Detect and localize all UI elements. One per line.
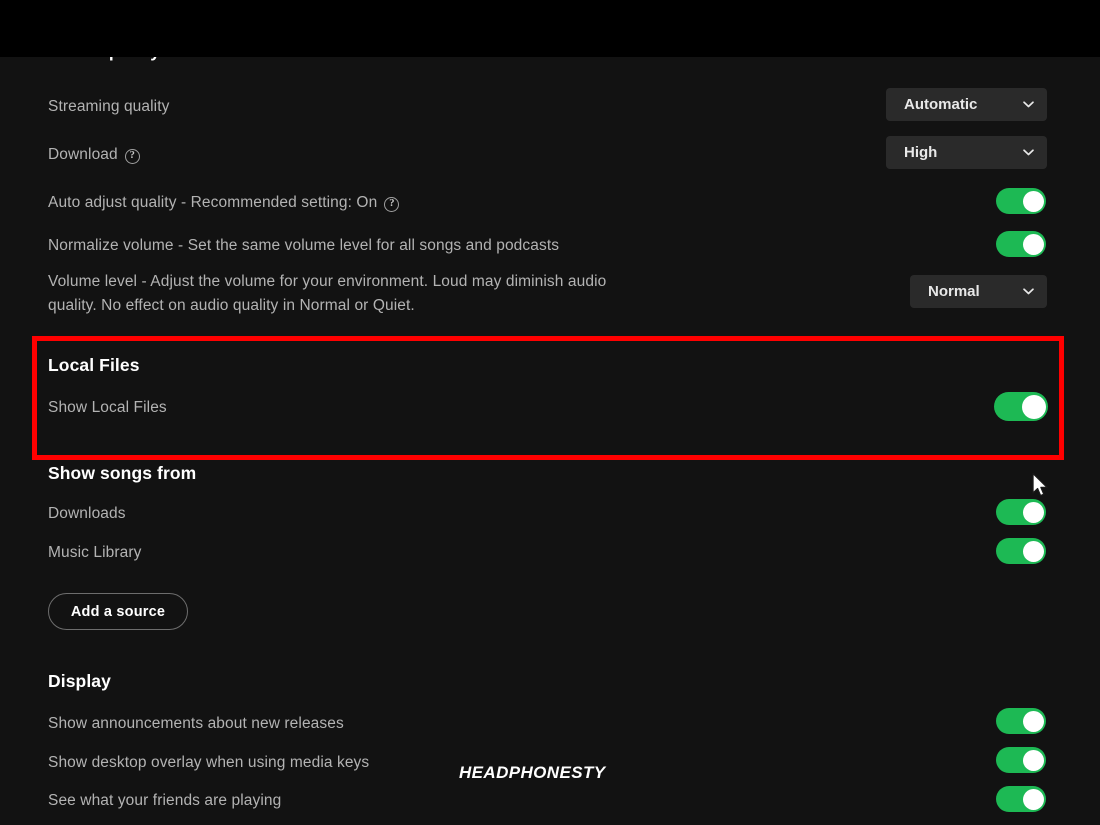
auto-adjust-quality-toggle[interactable]: [996, 188, 1046, 214]
friends-activity-label: See what your friends are playing: [48, 792, 282, 809]
toggle-knob: [1021, 394, 1046, 419]
music-library-label: Music Library: [48, 544, 142, 561]
streaming-quality-dropdown[interactable]: Automatic: [886, 88, 1047, 121]
window-top-band: [0, 0, 1100, 57]
section-title-text: Audio quality: [48, 57, 160, 62]
show-announcements-label: Show announcements about new releases: [48, 715, 344, 732]
streaming-quality-label: Streaming quality: [48, 98, 170, 115]
auto-adjust-quality-label: Auto adjust quality - Recommended settin…: [48, 194, 378, 211]
desktop-overlay-toggle[interactable]: [996, 747, 1046, 773]
section-title-text: Show songs from: [48, 463, 197, 483]
music-library-toggle[interactable]: [996, 538, 1046, 564]
row-music-library: Music Library: [48, 541, 1100, 565]
streaming-quality-value: Automatic: [904, 96, 978, 113]
toggle-knob: [1022, 501, 1044, 523]
question-mark-icon[interactable]: ?: [384, 197, 400, 212]
normalize-volume-toggle[interactable]: [996, 231, 1046, 257]
headphonesty-watermark: HEADPHONESTY: [459, 763, 606, 782]
volume-level-label-line2: quality. No effect on audio quality in N…: [48, 297, 415, 315]
toggle-knob: [1022, 749, 1044, 771]
desktop-overlay-label: Show desktop overlay when using media ke…: [48, 754, 370, 771]
add-a-source-button[interactable]: Add a source: [48, 593, 188, 630]
downloads-toggle[interactable]: [996, 499, 1046, 525]
toggle-knob: [1022, 190, 1044, 212]
row-show-local-files: Show Local Files: [48, 396, 1100, 420]
show-announcements-toggle[interactable]: [996, 708, 1046, 734]
toggle-knob: [1022, 710, 1044, 732]
toggle-knob: [1022, 233, 1044, 255]
volume-level-dropdown[interactable]: Normal: [910, 275, 1047, 308]
friends-activity-toggle[interactable]: [996, 786, 1046, 812]
volume-level-value: Normal: [928, 283, 980, 300]
download-quality-value: High: [904, 144, 938, 161]
downloads-label: Downloads: [48, 505, 126, 522]
chevron-down-icon: [1022, 98, 1035, 111]
settings-scroll-pane[interactable]: Audio quality Streaming quality Automati…: [0, 57, 1100, 825]
normalize-volume-label: Normalize volume - Set the same volume l…: [48, 237, 560, 254]
section-title-text: Display: [48, 671, 111, 691]
section-heading-show-songs-from: Show songs from: [48, 463, 1100, 484]
toggle-knob: [1022, 540, 1044, 562]
toggle-knob: [1022, 788, 1044, 810]
chevron-down-icon: [1022, 146, 1035, 159]
section-heading-audio-quality: Audio quality: [48, 57, 160, 65]
row-downloads: Downloads: [48, 502, 1100, 526]
download-label: Download: [48, 146, 118, 163]
volume-level-label-line1: Volume level - Adjust the volume for you…: [48, 273, 607, 290]
row-show-announcements: Show announcements about new releases: [48, 712, 1100, 736]
download-quality-dropdown[interactable]: High: [886, 136, 1047, 169]
section-heading-local-files: Local Files: [48, 355, 1100, 376]
row-normalize-volume: Normalize volume - Set the same volume l…: [48, 234, 1100, 258]
row-volume-level: Volume level - Adjust the volume for you…: [48, 270, 668, 318]
row-friends-activity: See what your friends are playing: [48, 789, 1100, 813]
chevron-down-icon: [1022, 285, 1035, 298]
row-auto-adjust-quality: Auto adjust quality - Recommended settin…: [48, 191, 1100, 215]
show-local-files-label: Show Local Files: [48, 399, 167, 416]
section-heading-display: Display: [48, 671, 1100, 692]
show-local-files-toggle[interactable]: [994, 392, 1048, 421]
question-mark-icon[interactable]: ?: [124, 149, 140, 164]
section-title-text: Local Files: [48, 355, 140, 375]
